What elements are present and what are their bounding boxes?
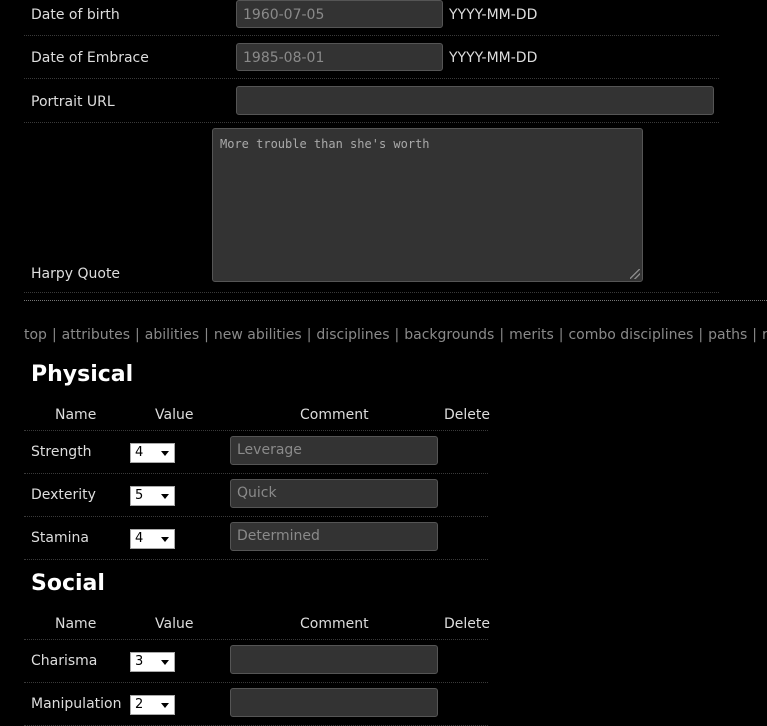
nav-disciplines[interactable]: disciplines	[316, 327, 389, 343]
table-row: Strength 4 Leverage	[24, 431, 488, 474]
col-comment: Comment	[300, 616, 369, 632]
social-table-header: Name Value Comment Delete	[24, 611, 490, 640]
table-row: Charisma 3	[24, 640, 488, 683]
attr-name: Charisma	[31, 653, 98, 669]
chevron-down-icon	[161, 537, 169, 542]
doe-label: Date of Embrace	[31, 50, 149, 66]
nav-merits[interactable]: merits	[509, 327, 554, 343]
col-delete: Delete	[444, 616, 490, 632]
social-table: Name Value Comment Delete Charisma 3 Man…	[24, 611, 490, 726]
harpy-quote-label: Harpy Quote	[31, 266, 121, 282]
value-select[interactable]: 4	[130, 443, 175, 463]
comment-input[interactable]: Quick	[230, 479, 438, 508]
comment-input[interactable]: Determined	[230, 522, 438, 551]
col-name: Name	[55, 616, 97, 632]
portrait-label: Portrait URL	[31, 94, 115, 110]
physical-heading: Physical	[31, 362, 134, 387]
nav-abilities[interactable]: abilities	[145, 327, 199, 343]
resize-grip-icon[interactable]	[630, 269, 640, 279]
col-delete: Delete	[444, 407, 490, 423]
section-separator	[24, 300, 767, 301]
nav-backgrounds[interactable]: backgrounds	[404, 327, 494, 343]
table-row: Stamina 4 Determined	[24, 517, 488, 560]
nav-top[interactable]: top	[24, 327, 47, 343]
dob-row: Date of birth 1960-07-05 YYYY-MM-DD	[24, 0, 719, 36]
physical-table: Name Value Comment Delete Strength 4 Lev…	[24, 402, 490, 560]
attr-name: Manipulation	[31, 696, 122, 712]
physical-table-header: Name Value Comment Delete	[24, 402, 490, 431]
harpy-quote-text: More trouble than she's worth	[220, 137, 430, 151]
col-value: Value	[155, 407, 194, 423]
social-heading: Social	[31, 571, 105, 596]
nav-new-abilities[interactable]: new abilities	[214, 327, 302, 343]
comment-input[interactable]: Leverage	[230, 436, 438, 465]
divider	[24, 292, 719, 293]
attr-name: Strength	[31, 444, 92, 460]
comment-input[interactable]	[230, 645, 438, 674]
col-comment: Comment	[300, 407, 369, 423]
nav-combo-disciplines[interactable]: combo disciplines	[568, 327, 693, 343]
harpy-quote-textarea[interactable]: More trouble than she's worth	[212, 128, 643, 282]
nav-more[interactable]: r	[762, 327, 767, 343]
doe-row: Date of Embrace 1985-08-01 YYYY-MM-DD	[24, 36, 719, 79]
comment-input[interactable]	[230, 688, 438, 717]
character-form: Date of birth 1960-07-05 YYYY-MM-DD Date…	[24, 0, 719, 123]
doe-input[interactable]: 1985-08-01	[236, 43, 443, 71]
table-row: Manipulation 2	[24, 683, 488, 726]
section-nav: top | attributes | abilities | new abilities | d…	[24, 327, 767, 343]
dob-label: Date of birth	[31, 7, 120, 23]
portrait-url-input[interactable]	[236, 86, 714, 115]
doe-format-hint: YYYY-MM-DD	[449, 50, 538, 66]
value-select[interactable]: 4	[130, 529, 175, 549]
nav-attributes[interactable]: attributes	[62, 327, 130, 343]
chevron-down-icon	[161, 451, 169, 456]
col-value: Value	[155, 616, 194, 632]
dob-input[interactable]: 1960-07-05	[236, 0, 443, 28]
nav-paths[interactable]: paths	[708, 327, 747, 343]
value-select[interactable]: 5	[130, 486, 175, 506]
chevron-down-icon	[161, 660, 169, 665]
value-select[interactable]: 2	[130, 695, 175, 715]
table-row: Dexterity 5 Quick	[24, 474, 488, 517]
col-name: Name	[55, 407, 97, 423]
chevron-down-icon	[161, 703, 169, 708]
attr-name: Dexterity	[31, 487, 96, 503]
chevron-down-icon	[161, 494, 169, 499]
value-select[interactable]: 3	[130, 652, 175, 672]
dob-format-hint: YYYY-MM-DD	[449, 7, 538, 23]
portrait-row: Portrait URL	[24, 79, 719, 123]
attr-name: Stamina	[31, 530, 89, 546]
